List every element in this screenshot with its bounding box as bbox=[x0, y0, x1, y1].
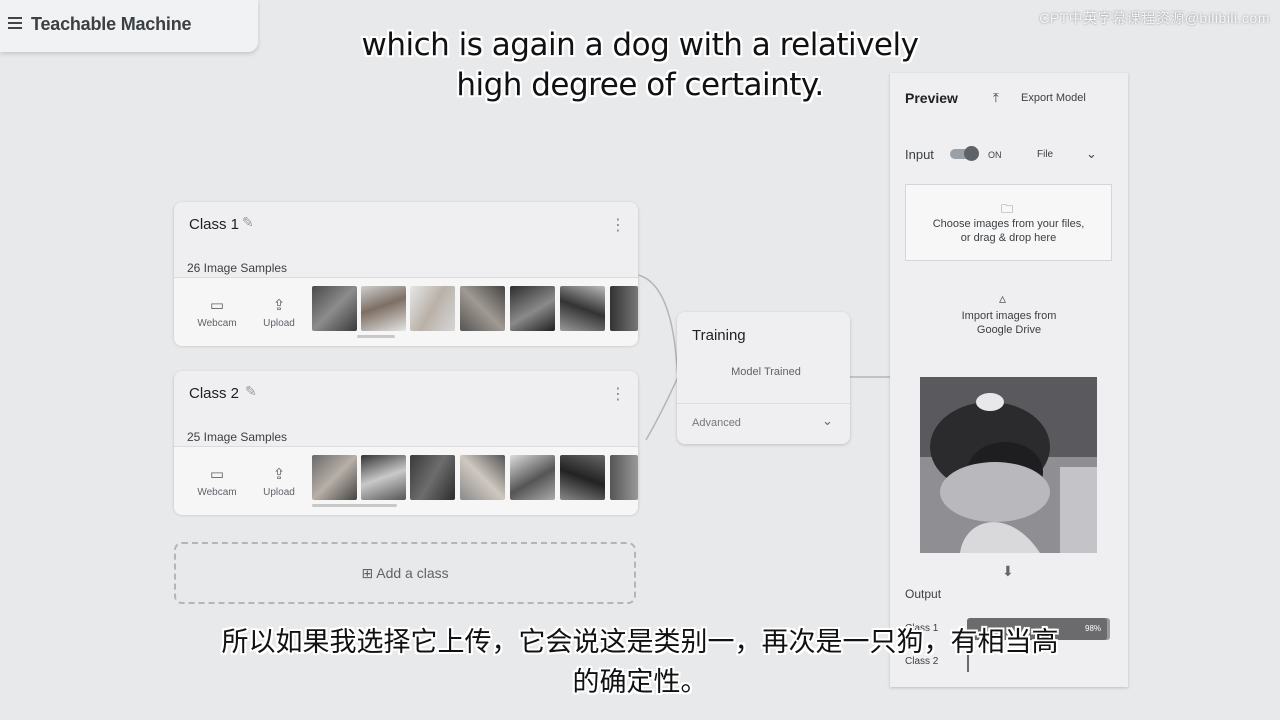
more-options-icon[interactable]: ⋮ bbox=[610, 384, 626, 404]
upload-button[interactable]: ⇪ Upload bbox=[254, 296, 304, 329]
webcam-icon: ▭ bbox=[209, 466, 225, 483]
toggle-knob[interactable] bbox=[964, 146, 979, 161]
output-label: Output bbox=[905, 587, 942, 601]
upload-button[interactable]: ⇪ Upload bbox=[254, 465, 304, 498]
sample-thumbnail[interactable] bbox=[410, 286, 455, 331]
edit-pencil-icon[interactable]: ✎ bbox=[242, 214, 254, 231]
upload-label: Upload bbox=[263, 318, 295, 329]
sample-thumbnail[interactable] bbox=[312, 455, 357, 500]
chevron-down-icon[interactable]: ⌄ bbox=[822, 413, 833, 429]
subtitle-english-line-2: high degree of certainty. bbox=[456, 67, 824, 103]
sample-thumbnail[interactable] bbox=[361, 455, 406, 500]
advanced-label[interactable]: Advanced bbox=[692, 417, 741, 429]
watermark: CPT中英字幕课程资源@bilibili.com bbox=[1039, 10, 1270, 26]
samples-scrollbar[interactable] bbox=[357, 335, 395, 338]
subtitle-english-line-1: which is again a dog with a relatively bbox=[361, 27, 919, 63]
divider bbox=[677, 403, 850, 404]
sample-thumbnail[interactable] bbox=[610, 286, 638, 331]
sample-thumbnail[interactable] bbox=[560, 286, 605, 331]
dropzone-line-1: Choose images from your files, bbox=[932, 218, 1085, 230]
webcam-label: Webcam bbox=[197, 318, 237, 329]
webcam-button[interactable]: ▭ Webcam bbox=[192, 296, 242, 329]
import-drive-button[interactable]: Import images from Google Drive bbox=[930, 309, 1088, 337]
sample-thumbnail[interactable] bbox=[361, 286, 406, 331]
input-label: Input bbox=[905, 147, 934, 162]
training-title: Training bbox=[692, 327, 746, 344]
edit-pencil-icon[interactable]: ✎ bbox=[245, 383, 257, 400]
sample-thumbnail[interactable] bbox=[610, 455, 638, 500]
google-drive-icon[interactable]: ▵ bbox=[999, 290, 1006, 307]
sample-thumbnail[interactable] bbox=[460, 286, 505, 331]
drive-line-1: Import images from bbox=[961, 310, 1057, 322]
plus-square-icon: ⊞ bbox=[361, 565, 374, 581]
add-class-button[interactable]: ⊞ Add a class bbox=[174, 542, 636, 604]
toggle-state-label: ON bbox=[988, 150, 1002, 160]
sample-thumbnail[interactable] bbox=[560, 455, 605, 500]
webcam-button[interactable]: ▭ Webcam bbox=[192, 465, 242, 498]
upload-label: Upload bbox=[263, 487, 295, 498]
sample-thumbnail[interactable] bbox=[510, 286, 555, 331]
webcam-label: Webcam bbox=[197, 487, 237, 498]
more-options-icon[interactable]: ⋮ bbox=[610, 215, 626, 235]
class-2-name[interactable]: Class 2 bbox=[189, 385, 239, 402]
source-select[interactable]: File bbox=[1037, 149, 1053, 160]
drive-line-2: Google Drive bbox=[976, 324, 1042, 336]
dropzone-line-2: or drag & drop here bbox=[960, 232, 1057, 244]
arrow-down-icon: ⬇ bbox=[1002, 563, 1014, 579]
sample-thumbnail[interactable] bbox=[460, 455, 505, 500]
class-1-name[interactable]: Class 1 bbox=[189, 216, 239, 233]
samples-scrollbar[interactable] bbox=[312, 504, 397, 507]
class-1-samples-label: 26 Image Samples bbox=[187, 261, 288, 275]
preview-image bbox=[920, 377, 1097, 553]
dropzone-text: Choose images from your files, or drag &… bbox=[905, 217, 1112, 245]
subtitle-chinese-line-1: 所以如果我选择它上传，它会说这是类别一，再次是一只狗，有相当高 bbox=[221, 627, 1059, 658]
class-2-samples-label: 25 Image Samples bbox=[187, 430, 288, 444]
add-class-label: Add a class bbox=[376, 565, 449, 581]
train-model-button[interactable]: Model Trained bbox=[677, 366, 855, 378]
sample-thumbnail[interactable] bbox=[510, 455, 555, 500]
upload-icon: ⇪ bbox=[272, 297, 286, 314]
subtitle-chinese-line-2: 的确定性。 bbox=[572, 667, 708, 698]
chevron-down-icon[interactable]: ⌄ bbox=[1086, 146, 1097, 162]
sample-thumbnail[interactable] bbox=[312, 286, 357, 331]
upload-icon: ⇪ bbox=[272, 466, 286, 483]
sample-thumbnail[interactable] bbox=[410, 455, 455, 500]
webcam-icon: ▭ bbox=[209, 297, 225, 314]
